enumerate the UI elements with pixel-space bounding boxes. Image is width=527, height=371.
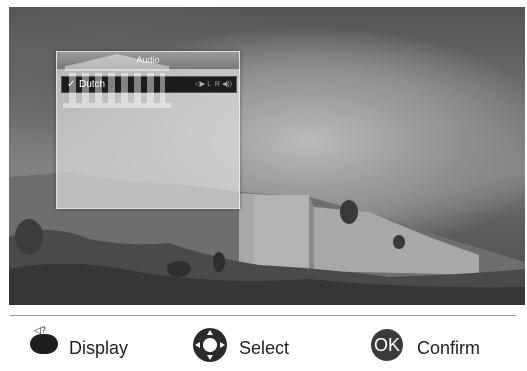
temple-watermark-icon bbox=[63, 54, 171, 108]
display-label: Display bbox=[69, 338, 129, 358]
footer-divider bbox=[10, 315, 516, 316]
confirm-label: Confirm bbox=[417, 338, 481, 358]
left-channel-label: L bbox=[207, 81, 211, 88]
display-button-icon[interactable] bbox=[30, 334, 58, 354]
ok-button-icon[interactable]: OK bbox=[371, 329, 403, 361]
navigation-pad-icon[interactable] bbox=[192, 327, 228, 363]
right-channel-label: R bbox=[214, 81, 220, 88]
audio-channel-indicator[interactable]: ◁▶ L R ◀)) bbox=[193, 77, 232, 92]
audio-panel: Audio ✓ Dutch ◁▶L R◀)) bbox=[56, 51, 240, 209]
tv-screen: Audio ✓ Dutch ◁▶L R◀)) bbox=[9, 7, 525, 305]
speaker-right-icon: ◀)) bbox=[221, 81, 232, 88]
select-label: Select bbox=[239, 338, 290, 358]
speaker-left-icon: ◁▶ bbox=[194, 81, 206, 88]
